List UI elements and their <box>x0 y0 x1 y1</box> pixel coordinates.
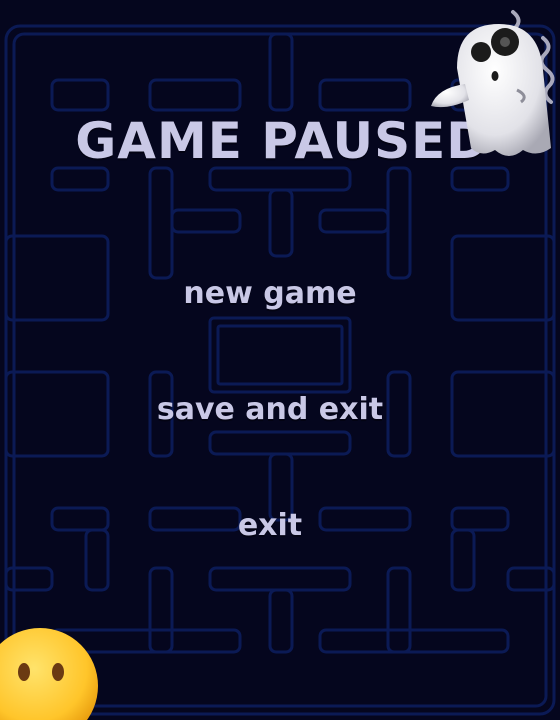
save-and-exit-button[interactable]: save and exit <box>0 392 540 427</box>
pause-screen: GAME PAUSED new game save and exit exit <box>0 0 560 720</box>
new-game-button[interactable]: new game <box>0 276 540 311</box>
hushed-face-icon <box>0 628 98 720</box>
ghost-icon <box>431 10 555 156</box>
exit-button[interactable]: exit <box>0 508 540 543</box>
